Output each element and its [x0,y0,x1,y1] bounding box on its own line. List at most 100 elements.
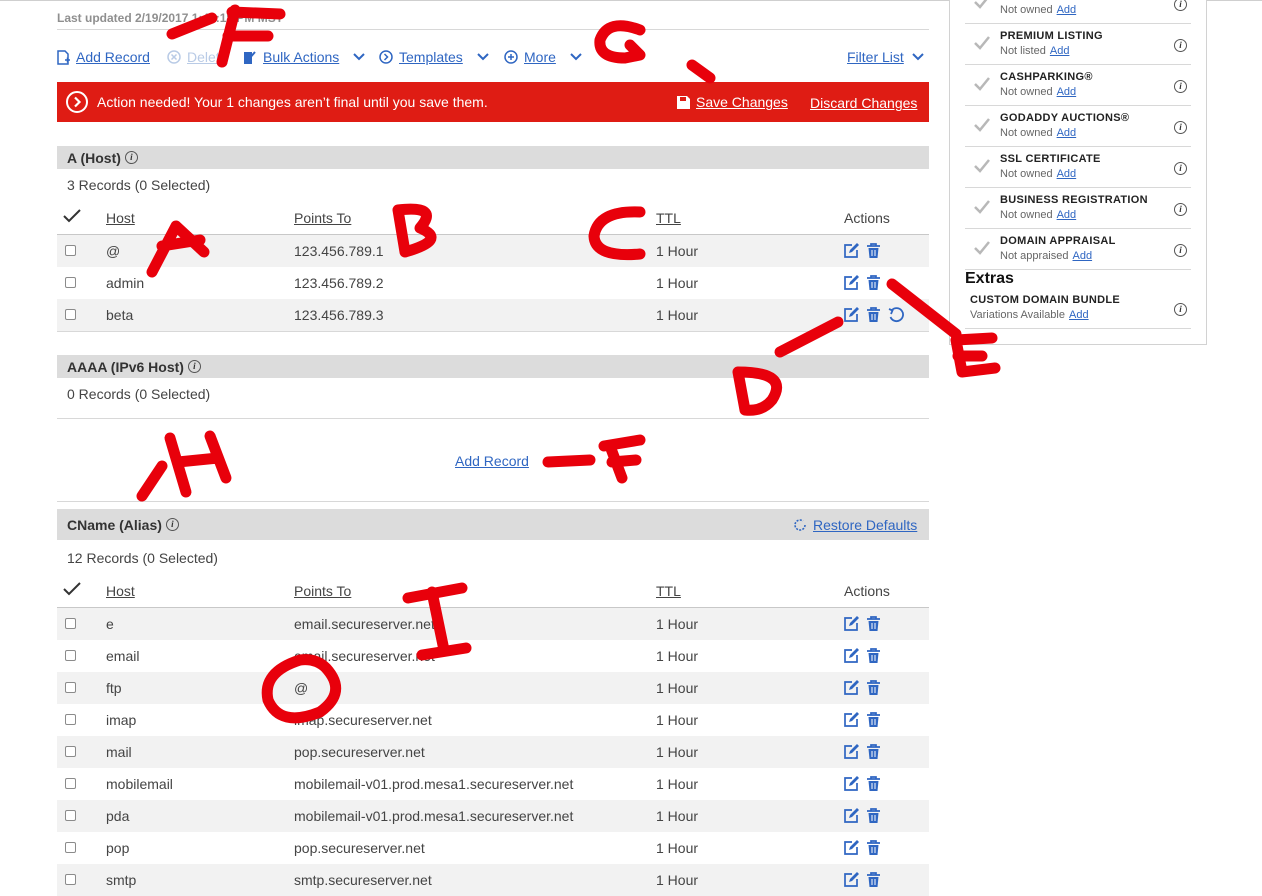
trash-icon[interactable] [866,712,881,728]
row-checkbox[interactable] [65,309,76,320]
add-link[interactable]: Add [1057,86,1077,98]
delete-button[interactable]: Delete [167,47,227,67]
discard-changes-button[interactable]: Discard Changes [810,95,917,111]
row-actions [843,243,881,259]
trash-icon[interactable] [866,776,881,792]
row-checkbox[interactable] [65,277,76,288]
templates-label[interactable]: Templates [399,49,463,65]
points-to-column-header[interactable]: Points To [294,583,351,599]
host-cell: pda [106,808,130,824]
trash-icon[interactable] [866,243,881,259]
filter-list-label[interactable]: Filter List [847,49,904,65]
chevron-down-icon[interactable] [477,53,489,61]
trash-icon[interactable] [866,275,881,291]
edit-icon[interactable] [843,712,859,728]
row-checkbox[interactable] [65,245,76,256]
row-checkbox[interactable] [65,682,76,693]
edit-icon[interactable] [843,243,859,259]
checkmark-icon [974,159,990,173]
unsaved-changes-banner: Action needed! Your 1 changes aren’t fin… [57,82,929,122]
trash-icon[interactable] [866,744,881,760]
trash-icon[interactable] [866,616,881,632]
trash-icon[interactable] [866,872,881,888]
trash-icon[interactable] [866,307,881,323]
save-changes-button[interactable]: Save Changes [677,94,788,110]
info-icon[interactable]: i [124,151,138,164]
table-row: ftp @1 Hour [57,672,929,704]
add-link[interactable]: Add [1057,209,1077,221]
bulk-actions-label[interactable]: Bulk Actions [263,49,339,65]
checkmark-icon[interactable] [63,209,81,223]
edit-icon[interactable] [843,307,859,323]
info-icon[interactable]: i [165,518,179,531]
undo-icon[interactable] [888,307,904,323]
edit-icon[interactable] [843,840,859,856]
add-record-link[interactable]: Add Record [455,453,529,469]
row-checkbox[interactable] [65,842,76,853]
more-label[interactable]: More [524,49,556,65]
filter-list-menu[interactable]: Filter List [847,47,930,67]
add-record-label[interactable]: Add Record [76,49,150,65]
trash-icon[interactable] [866,808,881,824]
info-icon[interactable]: i [1174,244,1187,257]
add-record-button[interactable]: Add Record [57,47,150,67]
chevron-down-icon[interactable] [912,53,924,61]
info-icon[interactable]: i [187,360,201,373]
bulk-actions-menu[interactable]: Bulk Actions [243,47,371,67]
trash-icon[interactable] [866,840,881,856]
row-checkbox[interactable] [65,714,76,725]
add-link[interactable]: Add [1057,4,1077,16]
row-checkbox[interactable] [65,746,76,757]
more-menu[interactable]: More [504,47,588,67]
row-checkbox[interactable] [65,778,76,789]
info-icon[interactable]: i [1174,80,1187,93]
info-icon[interactable]: i [1174,162,1187,175]
chevron-down-icon[interactable] [353,53,365,61]
table-row: admin 123.456.789.2 1 Hour [57,267,929,299]
points-to-cell: 123.456.789.1 [294,243,384,259]
add-link[interactable]: Add [1073,250,1093,262]
add-link[interactable]: Add [1057,127,1077,139]
add-link[interactable]: Add [1057,168,1077,180]
edit-icon[interactable] [843,744,859,760]
ttl-column-header[interactable]: TTL [656,210,681,226]
trash-icon[interactable] [866,648,881,664]
edit-icon[interactable] [843,648,859,664]
templates-menu[interactable]: Templates [379,47,495,67]
chevron-down-icon[interactable] [570,53,582,61]
edit-icon[interactable] [843,680,859,696]
restore-defaults-button[interactable]: Restore Defaults [793,517,917,533]
edit-icon[interactable] [843,872,859,888]
edit-icon[interactable] [843,616,859,632]
row-checkbox[interactable] [65,810,76,821]
edit-icon[interactable] [843,808,859,824]
info-icon[interactable]: i [1174,0,1187,11]
ttl-column-header[interactable]: TTL [656,583,681,599]
add-link[interactable]: Add [1050,45,1070,57]
row-checkbox[interactable] [65,650,76,661]
restore-defaults-label[interactable]: Restore Defaults [813,517,917,533]
info-icon[interactable]: i [1174,203,1187,216]
add-link[interactable]: Add [1069,309,1089,321]
host-cell: smtp [106,872,137,888]
points-to-column-header[interactable]: Points To [294,210,351,226]
actions-column-header: Actions [844,583,890,599]
host-column-header[interactable]: Host [106,210,135,226]
host-cell: mobilemail [106,776,173,792]
trash-icon[interactable] [866,680,881,696]
row-checkbox[interactable] [65,874,76,885]
checkmark-icon[interactable] [63,582,81,596]
edit-icon[interactable] [843,776,859,792]
add-record-icon [57,49,70,65]
record-count: 3 Records (0 Selected) [67,177,211,193]
host-column-header[interactable]: Host [106,583,135,599]
row-checkbox[interactable] [65,618,76,629]
record-count: 12 Records (0 Selected) [67,550,218,566]
row-actions [843,648,881,664]
delete-label[interactable]: Delete [187,49,227,65]
edit-icon[interactable] [843,275,859,291]
save-changes-label[interactable]: Save Changes [696,94,788,110]
info-icon[interactable]: i [1174,39,1187,52]
info-icon[interactable]: i [1174,303,1187,316]
info-icon[interactable]: i [1174,121,1187,134]
